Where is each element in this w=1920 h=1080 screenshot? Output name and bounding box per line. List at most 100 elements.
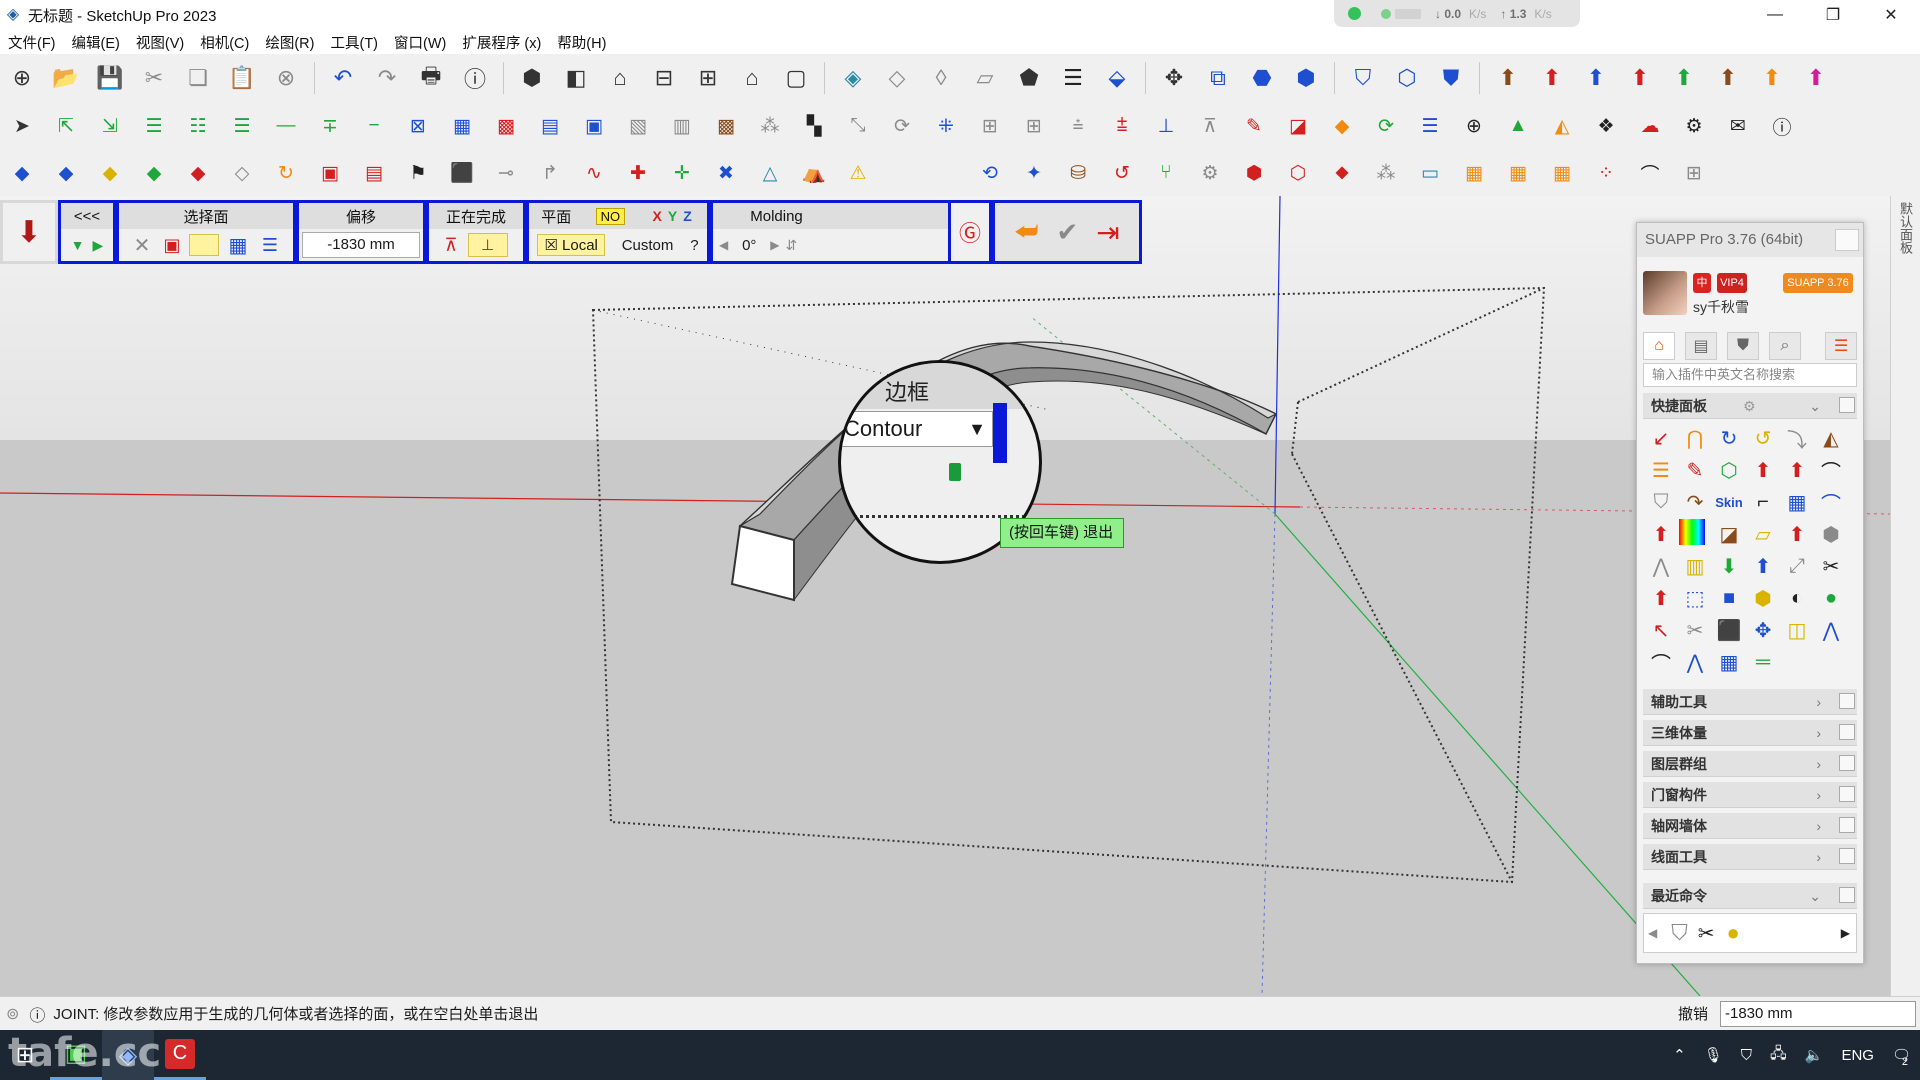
- plane-cyan-icon[interactable]: ◆: [51, 156, 81, 190]
- info-icon[interactable]: ⓘ: [1767, 109, 1797, 143]
- select-lines-icon[interactable]: ☰: [257, 235, 283, 256]
- cross-green-icon[interactable]: ✛: [667, 156, 697, 190]
- plane-red-icon[interactable]: ◆: [183, 156, 213, 190]
- contour-dropdown[interactable]: Contour ▼: [841, 411, 993, 447]
- grid-hatch-icon[interactable]: ▦: [447, 109, 477, 143]
- cloud-upload-icon[interactable]: ☁: [1635, 109, 1665, 143]
- component-icon[interactable]: ⛉: [1346, 61, 1380, 95]
- quick-tool-41-icon[interactable]: ◫: [1781, 615, 1813, 645]
- avatar[interactable]: [1643, 271, 1687, 315]
- section-line-face-tools[interactable]: 线面工具 ›: [1643, 844, 1857, 870]
- quick-tool-22-icon[interactable]: ▱: [1747, 519, 1779, 549]
- quick-tool-33-icon[interactable]: ■: [1713, 583, 1745, 613]
- quick-tool-6-icon[interactable]: ◭: [1815, 423, 1847, 453]
- rotate-tool-icon[interactable]: ⟲: [975, 156, 1005, 190]
- menu-help[interactable]: 帮助(H): [549, 32, 614, 53]
- line-plus-icon[interactable]: ∓: [315, 109, 345, 143]
- menu-window[interactable]: 窗口(W): [386, 32, 454, 53]
- extrude-x-icon[interactable]: ⬆: [1755, 61, 1789, 95]
- offset-input[interactable]: -1830 mm: [302, 232, 420, 258]
- local-toggle[interactable]: ☒ Local: [537, 234, 605, 256]
- back-edges-icon[interactable]: ⬙: [1100, 61, 1134, 95]
- scale-up-icon[interactable]: ⇱: [51, 109, 81, 143]
- popout-icon[interactable]: [1839, 848, 1855, 864]
- quick-tool-10-icon[interactable]: ⬆: [1747, 455, 1779, 485]
- quick-tool-1-icon[interactable]: ↙: [1645, 423, 1677, 453]
- quick-tool-29-icon[interactable]: ⤢: [1781, 551, 1813, 581]
- popout-icon[interactable]: [1839, 755, 1855, 771]
- quick-tool-14-icon[interactable]: ↷: [1679, 487, 1711, 517]
- select-yellow-icon[interactable]: [189, 234, 219, 256]
- search-tab-icon[interactable]: ⌕: [1769, 332, 1801, 360]
- plane-blue-icon[interactable]: ◆: [7, 156, 37, 190]
- angle-right-icon[interactable]: ▶: [770, 238, 779, 252]
- contour-select-small[interactable]: [840, 229, 948, 261]
- menu-view[interactable]: 视图(V): [128, 32, 192, 53]
- g-settings-icon[interactable]: Ⓖ: [959, 216, 981, 248]
- select-grid-icon[interactable]: ▦: [223, 233, 253, 258]
- menu-edit[interactable]: 编辑(E): [64, 32, 128, 53]
- flag-icon[interactable]: ⚑: [403, 156, 433, 190]
- model-info-icon[interactable]: ⓘ: [458, 61, 492, 95]
- mesh-icon[interactable]: ▧: [623, 109, 653, 143]
- menu-tools[interactable]: 工具(T): [322, 32, 386, 53]
- cluster-icon[interactable]: ⁂: [1371, 156, 1401, 190]
- select-red-icon[interactable]: ▣: [159, 235, 185, 256]
- quick-tool-39-icon[interactable]: ⬛: [1713, 615, 1745, 645]
- popout-icon[interactable]: [1839, 724, 1855, 740]
- align-minus-icon[interactable]: ☰: [227, 109, 257, 143]
- measurement-input[interactable]: -1830 mm: [1720, 1001, 1916, 1027]
- recent-left-icon[interactable]: ◀: [1648, 926, 1657, 940]
- recent-tool-1-icon[interactable]: ⛉: [1671, 920, 1688, 946]
- pyramid-icon[interactable]: △: [755, 156, 785, 190]
- color-gradient-icon[interactable]: [1679, 519, 1705, 545]
- cube-swap-icon[interactable]: ⬡: [1283, 156, 1313, 190]
- model-viewport[interactable]: ⬇ <<< ▼ ▶ 选择面 ✕ ▣ ▦ ☰ 偏移 -1830 mm 正在完成 ⊼…: [0, 196, 1890, 996]
- refresh-icon[interactable]: ⟳: [1371, 109, 1401, 143]
- custom-button[interactable]: Custom: [622, 237, 674, 254]
- bucket-icon[interactable]: ⛁: [1063, 156, 1093, 190]
- popout-icon[interactable]: [1839, 693, 1855, 709]
- quick-tool-19-icon[interactable]: ⬆: [1645, 519, 1677, 549]
- tent-icon[interactable]: ⛺: [799, 156, 829, 190]
- arc-icon[interactable]: ⌒: [1635, 156, 1665, 190]
- tray-expand-icon[interactable]: ⌃: [1673, 1046, 1686, 1064]
- quick-tool-26-icon[interactable]: ▥: [1679, 551, 1711, 581]
- tray-notification-icon[interactable]: 🗨 2: [1892, 1046, 1911, 1068]
- line-icon[interactable]: —: [271, 109, 301, 143]
- quick-tool-38-icon[interactable]: ✂: [1679, 615, 1711, 645]
- section-display-icon[interactable]: ⬣: [1245, 61, 1279, 95]
- brick-icon[interactable]: ▥: [667, 109, 697, 143]
- array-icon[interactable]: ⁜: [931, 109, 961, 143]
- frame-red-icon[interactable]: ▤: [359, 156, 389, 190]
- quick-tool-34-icon[interactable]: ⬢: [1747, 583, 1779, 613]
- section-recent-commands[interactable]: 最近命令 ⌄: [1643, 883, 1857, 909]
- axis-z-toggle[interactable]: Z: [680, 208, 695, 224]
- stairs-icon[interactable]: ⩮: [1063, 109, 1093, 143]
- pencil-icon[interactable]: ✎: [1239, 109, 1269, 143]
- monochrome-icon[interactable]: ☰: [1056, 61, 1090, 95]
- shaded-textures-icon[interactable]: ⬟: [1012, 61, 1046, 95]
- erase-icon[interactable]: ⊗: [269, 61, 303, 95]
- extrude-red-icon[interactable]: ⬆: [1535, 61, 1569, 95]
- finish-bottom-icon[interactable]: ⊥: [467, 233, 508, 257]
- settings-gear-icon[interactable]: ⚙: [1679, 109, 1709, 143]
- add-circle-icon[interactable]: ⊕: [1459, 109, 1489, 143]
- push-pull-icon[interactable]: ⬆: [1491, 61, 1525, 95]
- extrude-green-icon[interactable]: ⬆: [1667, 61, 1701, 95]
- section-layers-groups[interactable]: 图层群组 ›: [1643, 751, 1857, 777]
- skin-tool-icon[interactable]: Skin: [1713, 487, 1745, 517]
- tree-icon[interactable]: ▲: [1503, 109, 1533, 143]
- quick-tool-18-icon[interactable]: ⌒: [1815, 487, 1847, 517]
- red-square-icon[interactable]: ▣: [315, 156, 345, 190]
- hidden-line-icon[interactable]: ◊: [924, 61, 958, 95]
- section-plane-icon[interactable]: ⧉: [1201, 61, 1235, 95]
- roof-icon[interactable]: ◭: [1547, 109, 1577, 143]
- loop-icon[interactable]: ↺: [1107, 156, 1137, 190]
- quick-tool-31-icon[interactable]: ⬆: [1645, 583, 1677, 613]
- tray-language[interactable]: ENG: [1841, 1047, 1874, 1064]
- quick-tool-4-icon[interactable]: ↺: [1747, 423, 1779, 453]
- shaded-icon[interactable]: ▱: [968, 61, 1002, 95]
- angle-value[interactable]: 0°: [734, 237, 764, 254]
- geo-location-icon[interactable]: ⊚: [6, 1004, 19, 1024]
